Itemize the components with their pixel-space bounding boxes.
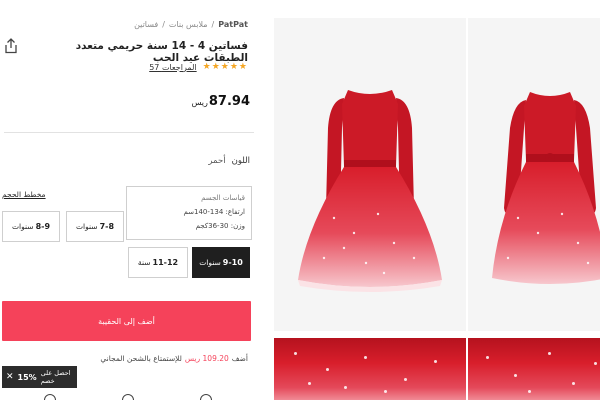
circle-icon[interactable] xyxy=(122,394,134,400)
breadcrumb: PatPat / ملابس بنات / فساتين xyxy=(134,20,248,29)
breadcrumb-subcategory[interactable]: فساتين xyxy=(134,20,158,29)
rating-stars-icon: ★★★★★ xyxy=(202,62,248,72)
product-image-detail[interactable] xyxy=(274,338,466,400)
shipping-prefix: أضف xyxy=(231,354,248,363)
tooltip-title: قياسات الجسم xyxy=(201,194,245,202)
color-value: أحمر xyxy=(208,156,226,166)
product-image-detail[interactable] xyxy=(468,338,600,400)
breadcrumb-brand[interactable]: PatPat xyxy=(218,20,248,29)
tooltip-weight: وزن: 30-36كجم xyxy=(195,222,245,230)
share-icon[interactable] xyxy=(4,38,18,54)
product-info-panel: PatPat / ملابس بنات / فساتين فساتين 4 - … xyxy=(0,0,262,400)
color-selector: اللون أحمر xyxy=(208,156,250,166)
product-gallery xyxy=(274,0,600,400)
size-option-9-10[interactable]: 9-10 سنوات xyxy=(192,247,250,278)
size-unit: سنة xyxy=(137,258,151,267)
fabric-detail-image xyxy=(274,338,466,400)
color-label: اللون xyxy=(231,156,250,166)
product-image-alt[interactable] xyxy=(468,18,600,331)
size-unit: سنوات xyxy=(199,258,221,267)
breadcrumb-separator: / xyxy=(211,20,215,29)
size-value: 11-12 xyxy=(152,258,179,267)
dress-image xyxy=(298,90,442,292)
breadcrumb-separator: / xyxy=(162,20,165,29)
reviews-link[interactable]: 57 المراجعات xyxy=(149,63,196,72)
divider xyxy=(4,132,254,133)
size-option-7-8[interactable]: 7-8 سنوات xyxy=(66,211,124,242)
price-currency: ريس xyxy=(191,98,208,107)
fabric-detail-image xyxy=(468,338,600,400)
promo-percent: 15% xyxy=(17,372,37,382)
size-value: 7-8 xyxy=(99,222,115,231)
tooltip-height: ارتفاع: 134-140سم xyxy=(183,208,245,216)
bottom-icon-row xyxy=(40,394,240,400)
price-value: 87.94 xyxy=(208,94,250,109)
size-unit: سنوات xyxy=(75,222,98,231)
shipping-suffix: للإستمتاع بالشحن المجاني xyxy=(100,354,182,363)
size-chart-link[interactable]: مخطط الحجم xyxy=(2,190,46,199)
size-option-11-12[interactable]: 11-12 سنة xyxy=(128,247,188,278)
size-option-8-9[interactable]: 8-9 سنوات xyxy=(2,211,60,242)
circle-icon[interactable] xyxy=(44,394,56,400)
size-measurements-tooltip: قياسات الجسم ارتفاع: 134-140سم وزن: 30-3… xyxy=(126,186,252,240)
rating-row: 57 المراجعات ★★★★★ xyxy=(149,62,248,72)
promo-text: احصل على خصم xyxy=(40,369,71,385)
size-value: 9-10 xyxy=(222,258,243,267)
add-to-bag-button[interactable]: أضف إلى الحقيبة xyxy=(2,301,251,341)
circle-icon[interactable] xyxy=(200,394,212,400)
close-icon[interactable]: ✕ xyxy=(6,372,14,382)
product-image-main[interactable] xyxy=(274,18,466,331)
product-price: 87.94ريس xyxy=(192,94,250,109)
size-value: 8-9 xyxy=(35,222,51,231)
shipping-amount: 109.20 ريس xyxy=(184,354,229,363)
dress-image-alt xyxy=(492,92,600,284)
discount-promo-pill[interactable]: ✕ 15% احصل على خصم xyxy=(2,366,77,388)
free-shipping-note: أضف 109.20 ريس للإستمتاع بالشحن المجاني xyxy=(100,354,248,363)
breadcrumb-category[interactable]: ملابس بنات xyxy=(169,20,208,29)
size-unit: سنوات xyxy=(11,222,34,231)
product-title: فساتين 4 - 14 سنة حريمي متعدد الطبقات عي… xyxy=(75,40,248,64)
